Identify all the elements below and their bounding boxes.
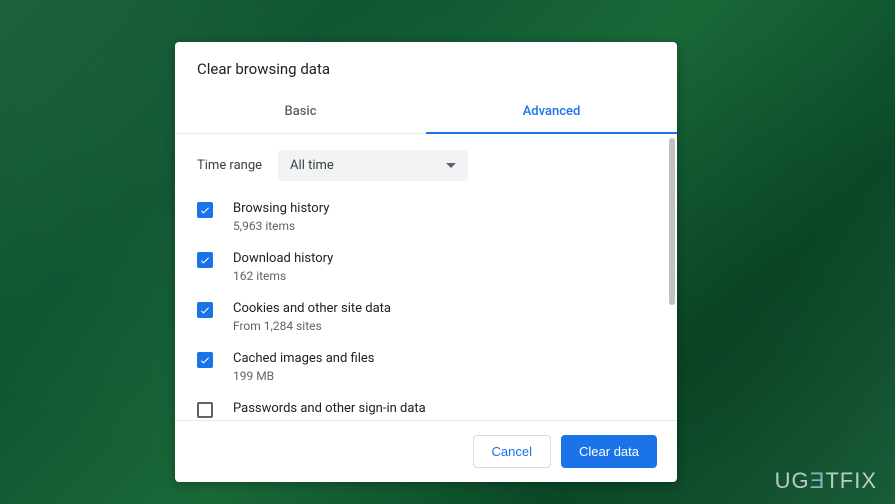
- watermark-text: UG: [775, 468, 810, 493]
- check-subtitle: 199 MB: [233, 369, 374, 383]
- tab-advanced[interactable]: Advanced: [426, 92, 677, 133]
- check-subtitle: From 1,284 sites: [233, 319, 391, 333]
- check-title: Download history: [233, 251, 333, 266]
- time-range-label: Time range: [197, 158, 262, 173]
- check-subtitle: 162 items: [233, 269, 333, 283]
- checkbox-cookies[interactable]: [197, 302, 213, 318]
- checkbox-download-history[interactable]: [197, 252, 213, 268]
- list-item: Cookies and other site data From 1,284 s…: [197, 301, 655, 333]
- check-title: Cookies and other site data: [233, 301, 391, 316]
- clear-data-button[interactable]: Clear data: [561, 435, 657, 468]
- clear-browsing-data-dialog: Clear browsing data Basic Advanced Time …: [175, 42, 677, 482]
- chevron-down-icon: [446, 163, 456, 168]
- checkbox-cached-images[interactable]: [197, 352, 213, 368]
- watermark-text: TFIX: [825, 468, 877, 493]
- list-item: Download history 162 items: [197, 251, 655, 283]
- time-range-row: Time range All time: [197, 150, 655, 181]
- check-text: Browsing history 5,963 items: [233, 201, 329, 233]
- checkbox-passwords[interactable]: [197, 402, 213, 418]
- check-title: Passwords and other sign-in data: [233, 401, 426, 416]
- checkbox-browsing-history[interactable]: [197, 202, 213, 218]
- dialog-footer: Cancel Clear data: [175, 420, 677, 482]
- dialog-title: Clear browsing data: [197, 60, 655, 78]
- scrollbar[interactable]: [669, 138, 675, 416]
- cancel-button[interactable]: Cancel: [473, 435, 551, 468]
- check-icon: [199, 354, 211, 366]
- check-text: Cached images and files 199 MB: [233, 351, 374, 383]
- content-wrapper: Time range All time Browsing history 5,9…: [175, 134, 677, 420]
- check-icon: [199, 204, 211, 216]
- time-range-select[interactable]: All time: [278, 150, 468, 181]
- check-title: Cached images and files: [233, 351, 374, 366]
- dialog-header: Clear browsing data: [175, 42, 677, 92]
- list-item: Cached images and files 199 MB: [197, 351, 655, 383]
- tab-basic[interactable]: Basic: [175, 92, 426, 133]
- time-range-value: All time: [290, 158, 334, 173]
- tabs: Basic Advanced: [175, 92, 677, 134]
- watermark-text: Ǝ: [810, 468, 826, 493]
- check-text: Passwords and other sign-in data 12 pass…: [233, 401, 426, 420]
- scrollbar-thumb[interactable]: [669, 138, 675, 305]
- check-subtitle: 12 passwords: [233, 419, 426, 420]
- content: Time range All time Browsing history 5,9…: [175, 134, 667, 420]
- check-subtitle: 5,963 items: [233, 219, 329, 233]
- check-icon: [199, 304, 211, 316]
- check-icon: [199, 254, 211, 266]
- list-item: Passwords and other sign-in data 12 pass…: [197, 401, 655, 420]
- list-item: Browsing history 5,963 items: [197, 201, 655, 233]
- check-text: Download history 162 items: [233, 251, 333, 283]
- check-text: Cookies and other site data From 1,284 s…: [233, 301, 391, 333]
- check-title: Browsing history: [233, 201, 329, 216]
- watermark: UGƎTFIX: [775, 468, 877, 494]
